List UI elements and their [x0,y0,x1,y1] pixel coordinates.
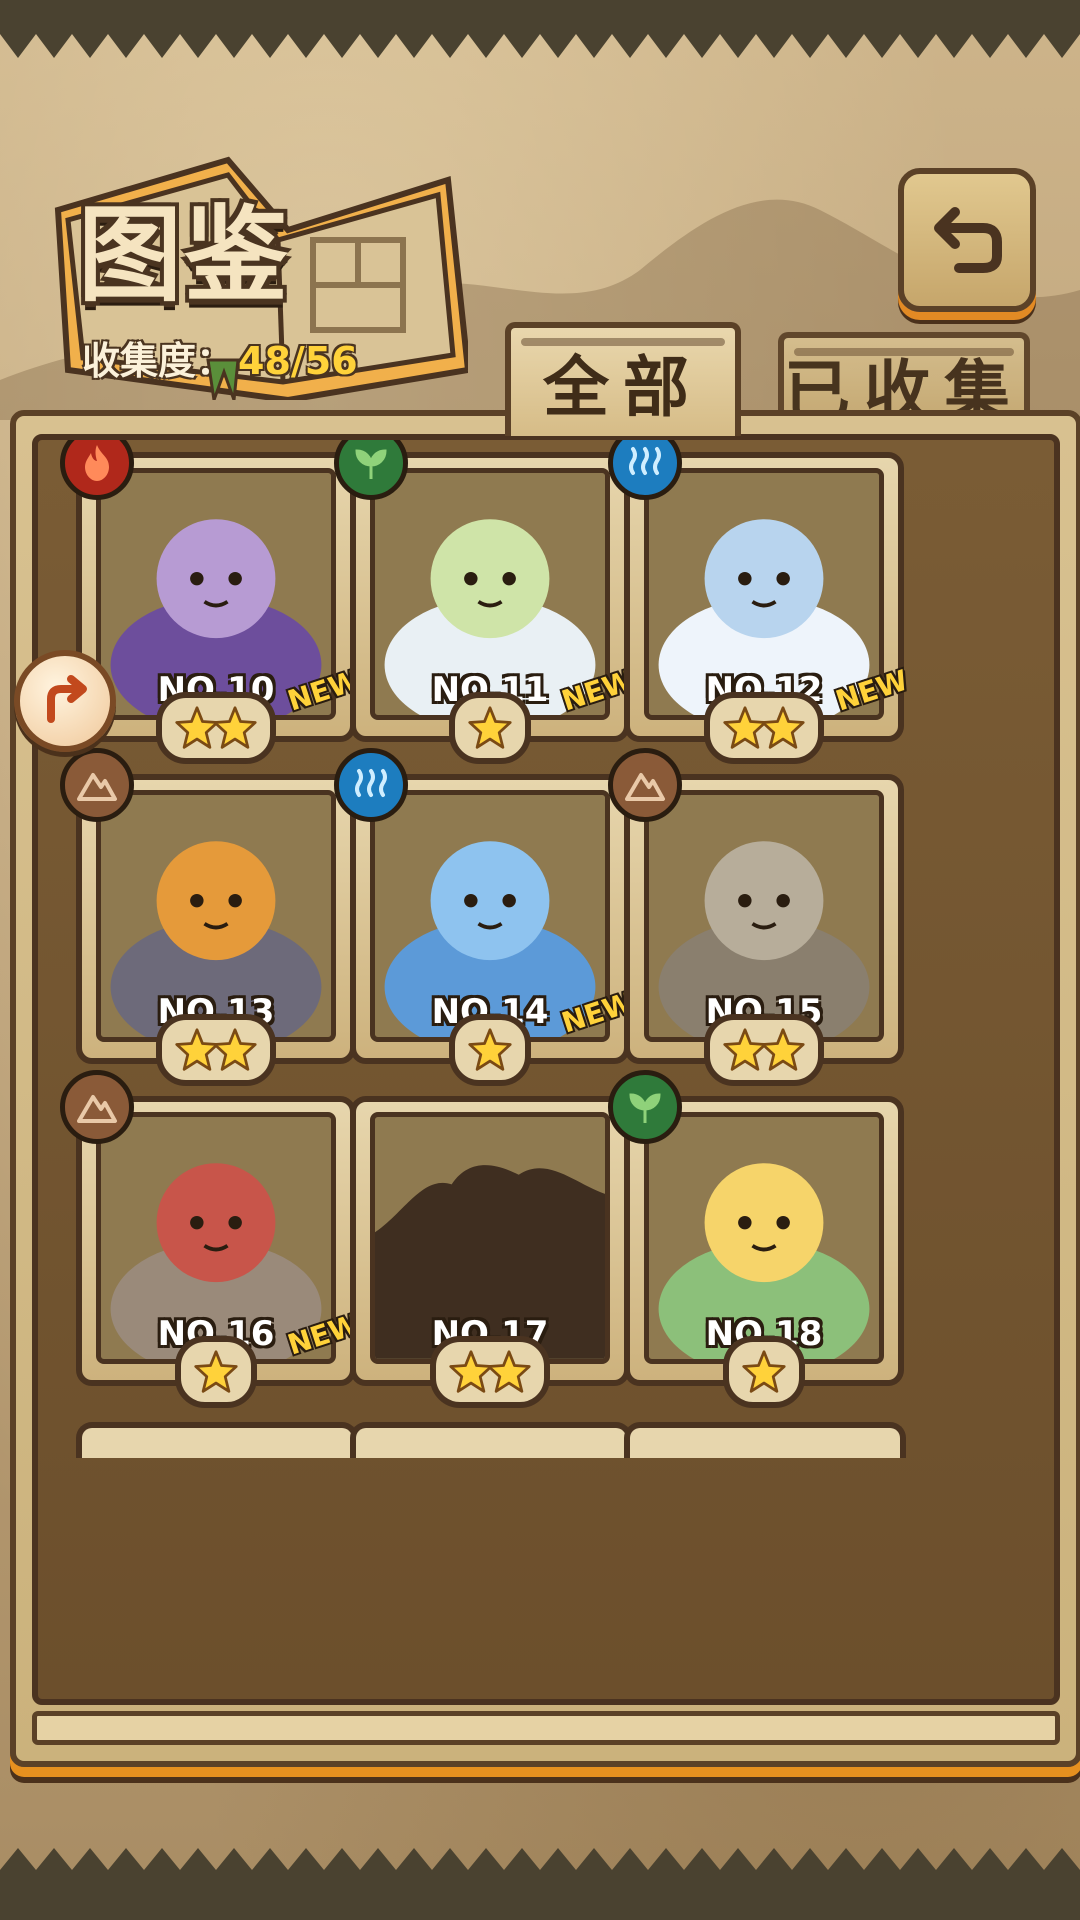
element-earth-icon [60,748,134,822]
share-arrow-icon [47,675,87,723]
game-screen: 图鉴 收集度： 48/56 全部 已收集 NO.10 NEW NO.11 NEW NO.1… [0,0,1080,1920]
collection-value: 48/56 [238,339,358,383]
back-button[interactable] [898,168,1036,312]
monster-card[interactable]: NO.12 NEW [608,440,911,764]
star-rating [430,1336,550,1408]
bottom-zigzag-border [0,1848,1080,1920]
star-rating [723,1336,805,1408]
monster-card[interactable]: NO.11 NEW [334,440,637,764]
card-scroll-area[interactable]: NO.10 NEW NO.11 NEW NO.12 NEW NO.13 NO.14 NEW NO.… [32,434,1060,1705]
collection-progress: 收集度： 48/56 [82,330,358,385]
collection-panel: NO.10 NEW NO.11 NEW NO.12 NEW NO.13 NO.14 NEW NO.… [10,410,1080,1767]
page-title: 图鉴 [78,193,291,316]
star-rating [704,1014,824,1086]
return-arrow-icon [934,207,1002,273]
card-peek [76,1422,358,1458]
panel-bottom-bar [32,1711,1060,1745]
element-water-icon [334,748,408,822]
side-arrow-button[interactable] [14,650,116,752]
star-icon [487,1350,531,1393]
monster-card[interactable]: NO.14 NEW [334,748,637,1086]
tab-top-bar [521,338,725,346]
top-zigzag-border [0,0,1080,58]
card-grid: NO.10 NEW NO.11 NEW NO.12 NEW NO.13 NO.14 NEW NO.… [38,440,1054,1699]
star-icon [194,1350,238,1393]
tab-top-bar [794,348,1014,356]
star-rating [175,1336,257,1408]
element-leaf-icon [608,1070,682,1144]
monster-card[interactable]: NO.16 NEW [60,1070,363,1408]
star-rating [156,692,276,764]
star-icon [761,706,805,749]
card-peek [624,1422,906,1458]
star-icon [742,1350,786,1393]
monster-card[interactable]: NO.17 [350,1096,630,1408]
star-rating [449,692,531,764]
star-icon [761,1028,805,1071]
star-rating [156,1014,276,1086]
star-icon [468,706,512,749]
collection-label: 收集度： [82,339,235,383]
card-peek [350,1422,632,1458]
star-icon [213,1028,257,1071]
star-rating [449,1014,531,1086]
star-rating [704,692,824,764]
star-icon [213,706,257,749]
tab-all-label: 全部 [543,348,703,426]
tab-all[interactable]: 全部 [505,322,741,436]
monster-card[interactable]: NO.13 [60,748,356,1086]
element-earth-icon [60,1070,134,1144]
monster-card[interactable]: NO.18 [608,1070,904,1408]
monster-card[interactable]: NO.15 [608,748,904,1086]
element-earth-icon [608,748,682,822]
star-icon [468,1028,512,1071]
monster-card[interactable]: NO.10 NEW [60,440,363,764]
